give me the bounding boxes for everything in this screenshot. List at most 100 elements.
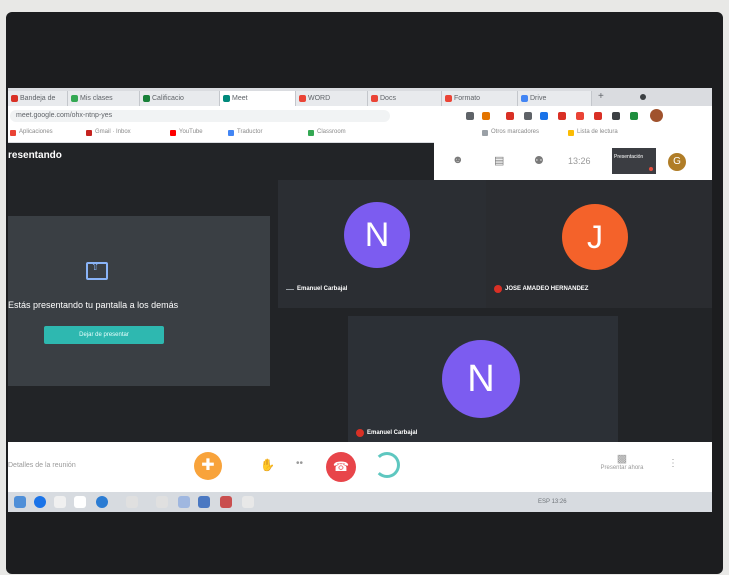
browser-tab[interactable]: Mis clases xyxy=(68,91,140,106)
browser-tab-bar: Bandeja de Mis clases Calificacio Meet W… xyxy=(8,88,712,106)
participant-tile[interactable]: N Emanuel Carbajal xyxy=(278,180,486,308)
bookmark-item[interactable]: Lista de lectura xyxy=(568,129,618,136)
self-view-thumbnail[interactable]: Presentación xyxy=(612,148,656,174)
tab-favicon xyxy=(143,95,150,102)
extension-icon[interactable] xyxy=(466,112,474,120)
meeting-top-bar: ☻ ▤ ⚉ 13:26 Presentación G xyxy=(434,142,712,180)
bookmark-icon xyxy=(170,130,176,136)
extension-icon[interactable] xyxy=(524,112,532,120)
app-icon[interactable] xyxy=(178,496,190,508)
participant-avatar: N xyxy=(442,340,520,418)
tab-favicon xyxy=(71,95,78,102)
bookmark-icon xyxy=(308,130,314,136)
browser-tab[interactable]: Bandeja de xyxy=(8,91,68,106)
bookmark-label: Aplicaciones xyxy=(19,129,53,135)
extension-icon[interactable] xyxy=(594,112,602,120)
participant-tile[interactable]: N Emanuel Carbajal xyxy=(348,316,618,442)
os-taskbar: ESP 13:26 xyxy=(8,492,712,512)
extension-icon[interactable] xyxy=(576,112,584,120)
present-now-button[interactable]: ▩ Presentar ahora xyxy=(592,452,652,471)
extension-icon[interactable] xyxy=(630,112,638,120)
hand-icon[interactable]: ✋ xyxy=(260,458,275,472)
tab-label: Mis clases xyxy=(80,95,113,102)
browser-tab[interactable]: Docs xyxy=(368,91,442,106)
meeting-title: resentando xyxy=(8,150,62,161)
participant-name: JOSE AMADEO HERNANDEZ xyxy=(494,285,588,293)
tab-favicon xyxy=(445,95,452,102)
mic-muted-icon xyxy=(356,429,364,437)
presenting-message: Estás presentando tu pantalla a los demá… xyxy=(8,300,179,310)
browser-tab[interactable]: Calificacio xyxy=(140,91,220,106)
extension-icon[interactable] xyxy=(506,112,514,120)
tab-label: Formato xyxy=(454,95,481,102)
bookmark-item[interactable]: Traductor xyxy=(228,129,263,136)
more-options-dots-icon[interactable]: •• xyxy=(296,458,303,469)
chat-icon[interactable]: ▤ xyxy=(494,154,504,167)
bookmark-label: Traductor xyxy=(237,129,263,135)
tab-label: WORD xyxy=(308,95,331,102)
bookmark-item[interactable]: Classroom xyxy=(308,129,346,136)
app-icon[interactable] xyxy=(126,496,138,508)
tab-favicon xyxy=(223,95,230,102)
meeting-controls: Detalles de la reunión ✚ ✋ •• ☎ ▩ Presen… xyxy=(8,442,712,492)
participant-avatar: N xyxy=(344,202,410,268)
bookmark-item[interactable]: YouTube xyxy=(170,129,203,136)
bookmark-icon xyxy=(10,130,16,136)
presentation-tile: ⇧ Estás presentando tu pantalla a los de… xyxy=(8,216,270,386)
extension-icon[interactable] xyxy=(612,112,620,120)
file-explorer-icon[interactable] xyxy=(54,496,66,508)
more-options-icon[interactable]: ⋮ xyxy=(668,458,678,469)
app-icon[interactable] xyxy=(74,496,86,508)
browser-tab[interactable]: WORD xyxy=(296,91,368,106)
present-screen-icon: ⇧ xyxy=(86,262,108,280)
bookmark-label: Otros marcadores xyxy=(491,129,540,135)
raise-hand-icon[interactable]: ✚ xyxy=(194,452,222,480)
hangup-button[interactable]: ☎ xyxy=(326,452,356,482)
stop-presenting-button[interactable]: Dejar de presentar xyxy=(44,326,164,344)
extension-icon[interactable] xyxy=(558,112,566,120)
edge-icon[interactable] xyxy=(96,496,108,508)
url-field[interactable]: meet.google.com/ohx-ntnp-yes xyxy=(10,110,390,122)
browser-tab[interactable]: Drive xyxy=(518,91,592,106)
profile-avatar[interactable] xyxy=(650,109,663,122)
address-bar: meet.google.com/ohx-ntnp-yes xyxy=(8,106,712,126)
tab-favicon xyxy=(371,95,378,102)
my-avatar[interactable]: G xyxy=(668,153,686,171)
bookmark-icon xyxy=(568,130,574,136)
chrome-icon[interactable] xyxy=(34,496,46,508)
word-icon[interactable] xyxy=(198,496,210,508)
participant-name: Emanuel Carbajal xyxy=(356,429,417,437)
loading-spinner-icon xyxy=(374,452,400,478)
mic-off-icon xyxy=(649,167,653,171)
extension-icon[interactable] xyxy=(482,112,490,120)
bookmark-label: YouTube xyxy=(179,129,203,135)
extension-icon[interactable] xyxy=(540,112,548,120)
bookmark-item[interactable]: Gmail · Inbox xyxy=(86,129,131,136)
tab-label: Bandeja de xyxy=(20,95,56,102)
bookmark-label: Classroom xyxy=(317,129,346,135)
audio-level-icon xyxy=(286,289,294,290)
tab-favicon xyxy=(11,95,18,102)
browser-tab[interactable]: Formato xyxy=(442,91,518,106)
browser-tab-active[interactable]: Meet xyxy=(220,91,296,106)
screen: Bandeja de Mis clases Calificacio Meet W… xyxy=(8,88,712,512)
powerpoint-icon[interactable] xyxy=(220,496,232,508)
tab-favicon xyxy=(299,95,306,102)
people-icon[interactable]: ☻ xyxy=(452,154,464,166)
present-now-icon: ▩ xyxy=(616,453,628,465)
bookmark-item[interactable]: Aplicaciones xyxy=(10,129,53,136)
new-tab-button[interactable]: + xyxy=(598,91,604,102)
app-icon[interactable] xyxy=(156,496,168,508)
participant-avatar: J xyxy=(562,204,628,270)
bookmark-icon xyxy=(482,130,488,136)
participant-tile[interactable]: J JOSE AMADEO HERNANDEZ xyxy=(486,180,712,308)
present-now-label: Presentar ahora xyxy=(600,465,644,471)
window-control-icon[interactable] xyxy=(640,94,646,100)
bookmark-item[interactable]: Otros marcadores xyxy=(482,129,540,136)
bookmark-label: Lista de lectura xyxy=(577,129,618,135)
meeting-details-button[interactable]: Detalles de la reunión xyxy=(8,462,76,469)
bookmarks-bar: Aplicaciones Gmail · Inbox YouTube Tradu… xyxy=(8,126,712,143)
user-icon[interactable]: ⚉ xyxy=(534,154,544,167)
start-icon[interactable] xyxy=(14,496,26,508)
app-icon[interactable] xyxy=(242,496,254,508)
